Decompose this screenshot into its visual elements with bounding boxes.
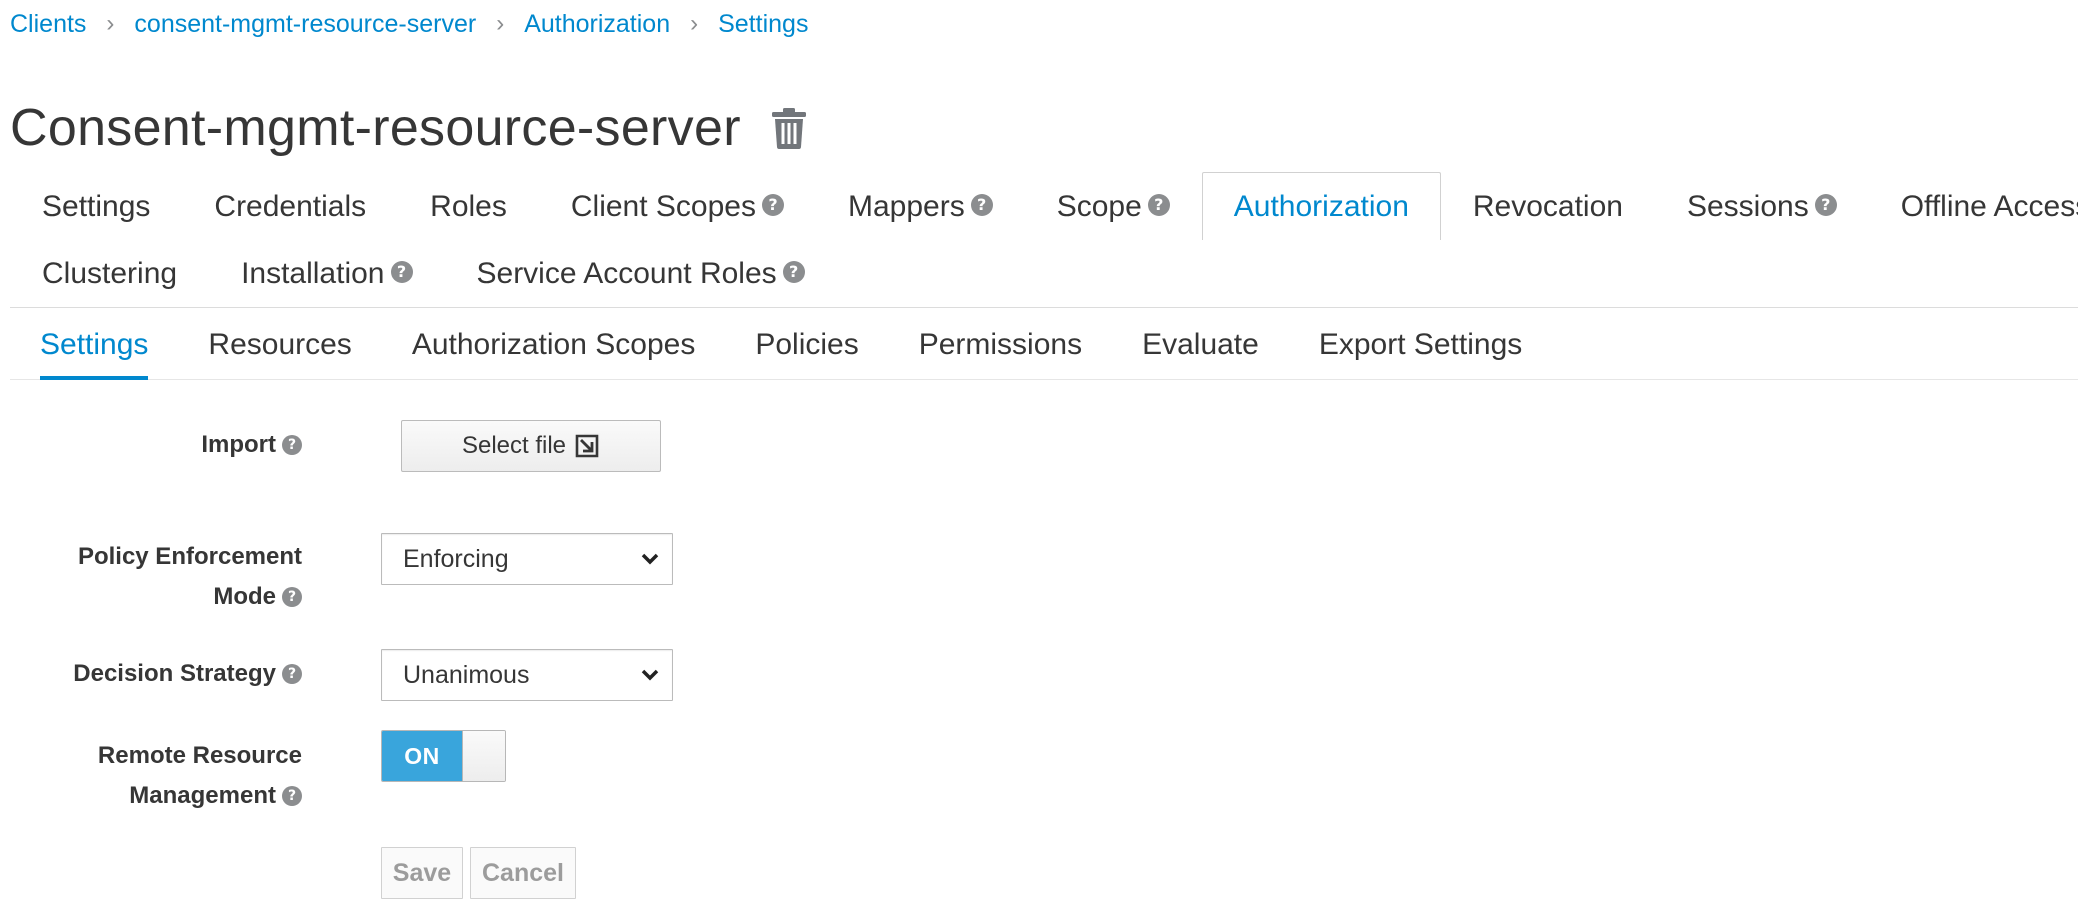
breadcrumb-client[interactable]: consent-mgmt-resource-server [134,10,476,39]
tab-roles[interactable]: Roles [398,172,539,240]
tab-service-account-roles[interactable]: Service Account Roles? [445,240,837,307]
decision-strategy-select[interactable]: Unanimous [381,649,673,701]
subtab-policies[interactable]: Policies [755,310,858,379]
tab-offline-access[interactable]: Offline Access? [1869,172,2078,240]
chevron-down-icon [641,669,659,681]
tab-label: Offline Access [1900,189,2078,223]
policy-label-line1: Policy Enforcement [77,543,302,570]
client-main-tabs: Settings Credentials Roles Client Scopes… [10,172,2078,308]
remote-label-line2: Management [129,782,276,809]
tab-label: Sessions [1686,189,1809,223]
decision-strategy-value: Unanimous [403,660,530,689]
help-icon[interactable]: ? [761,193,784,216]
title-row: Consent-mgmt-resource-server [10,92,807,164]
toggle-handle[interactable] [462,731,505,781]
tab-label: Credentials [214,189,367,223]
chevron-right-icon: › [690,10,699,37]
tab-label: Client Scopes [570,189,756,223]
help-icon[interactable]: ? [390,261,413,283]
policy-label-line2: Mode [213,583,276,610]
tab-label: Mappers [847,189,965,223]
remote-resource-toggle[interactable]: ON [381,730,506,782]
chevron-right-icon: › [496,10,505,37]
tab-client-scopes[interactable]: Client Scopes? [539,172,816,240]
cancel-button[interactable]: Cancel [470,847,576,899]
breadcrumb: Clients › consent-mgmt-resource-server ›… [10,6,808,42]
tab-label: Settings [42,189,151,223]
subtab-authorization-scopes[interactable]: Authorization Scopes [412,310,696,379]
policy-enforcement-select[interactable]: Enforcing [381,533,673,585]
tab-label: Roles [430,189,507,223]
remote-label-line1: Remote Resource [97,742,302,769]
breadcrumb-clients[interactable]: Clients [10,10,86,39]
subtab-settings[interactable]: Settings [40,310,149,380]
policy-enforcement-label: Policy Enforcement Mode? [12,537,302,617]
select-file-label: Select file [461,432,567,459]
trash-icon[interactable] [771,107,807,149]
main-tabs-row-2: Clustering Installation? Service Account… [10,240,2078,308]
page-title: Consent-mgmt-resource-server [10,99,741,157]
tab-settings[interactable]: Settings [10,172,182,240]
chevron-right-icon: › [106,10,115,37]
tab-clustering[interactable]: Clustering [10,240,209,307]
authorization-sub-tabs: Settings Resources Authorization Scopes … [10,310,2078,380]
main-tabs-row-1: Settings Credentials Roles Client Scopes… [10,172,2078,240]
tab-scope[interactable]: Scope? [1025,172,1202,240]
help-icon[interactable]: ? [282,785,302,806]
tab-label: Installation [241,257,385,290]
help-icon[interactable]: ? [970,193,993,216]
policy-enforcement-value: Enforcing [403,544,509,573]
help-icon[interactable]: ? [282,586,302,607]
help-icon[interactable]: ? [1814,193,1837,216]
tab-label: Scope [1056,189,1142,223]
tab-mappers[interactable]: Mappers? [816,172,1025,240]
toggle-on-label: ON [382,731,462,781]
tab-installation[interactable]: Installation? [209,240,444,307]
subtab-resources[interactable]: Resources [208,310,351,379]
decision-strategy-label: Decision Strategy [73,660,276,687]
remote-resource-label: Remote Resource Management? [12,736,302,816]
subtab-export-settings[interactable]: Export Settings [1319,310,1522,379]
chevron-down-icon [641,553,659,565]
tab-label: Revocation [1472,189,1623,223]
tab-authorization[interactable]: Authorization [1201,172,1441,240]
import-label: Import [201,431,276,458]
save-button[interactable]: Save [381,847,463,899]
tab-label: Clustering [42,257,178,290]
help-icon[interactable]: ? [782,261,805,283]
help-icon[interactable]: ? [282,663,302,684]
subtab-evaluate[interactable]: Evaluate [1142,310,1259,379]
import-label-row: Import? [12,425,302,465]
tab-credentials[interactable]: Credentials [182,172,398,240]
import-file-icon [575,433,601,458]
tab-label: Authorization [1233,189,1409,223]
select-file-button[interactable]: Select file [401,420,661,472]
help-icon[interactable]: ? [1147,193,1170,216]
breadcrumb-authorization[interactable]: Authorization [524,10,670,39]
tab-sessions[interactable]: Sessions? [1655,172,1869,240]
subtab-permissions[interactable]: Permissions [919,310,1082,379]
help-icon[interactable]: ? [282,434,302,455]
tab-revocation[interactable]: Revocation [1441,172,1655,240]
breadcrumb-settings[interactable]: Settings [718,10,808,39]
decision-strategy-label-row: Decision Strategy? [12,654,302,694]
tab-label: Service Account Roles [476,257,777,290]
